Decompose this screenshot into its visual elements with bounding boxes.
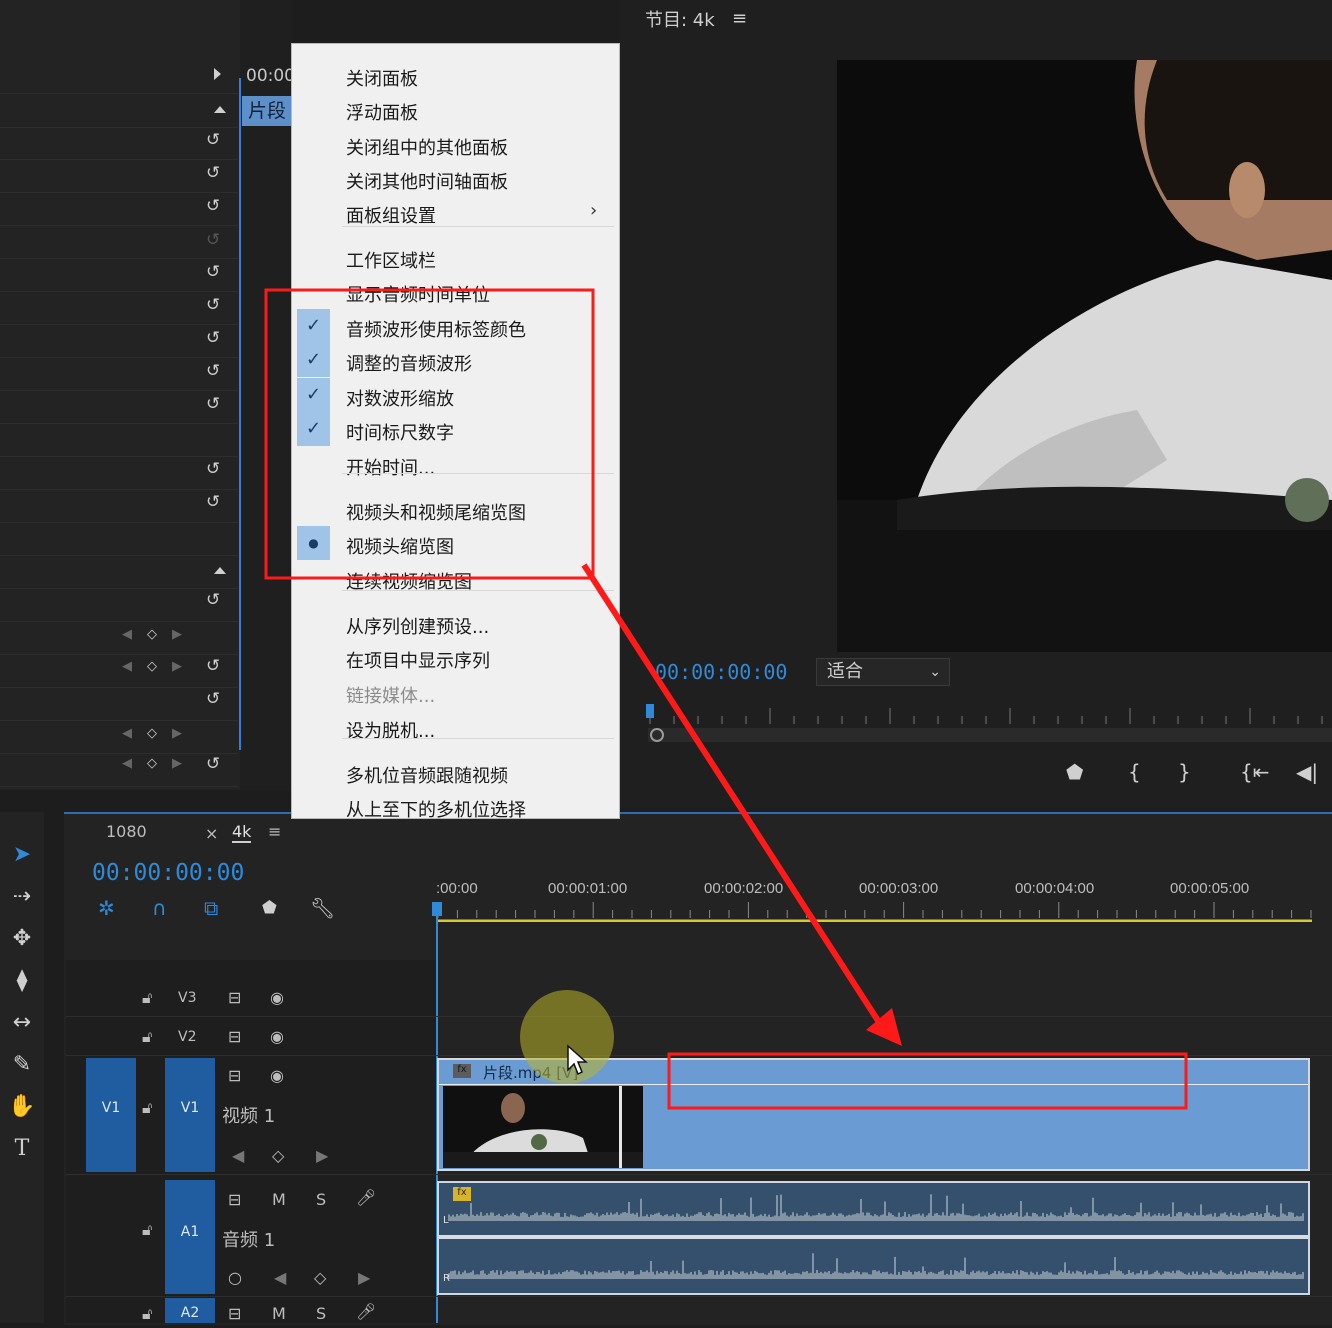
- annotation-overlay: [264, 288, 1188, 1110]
- annotation-box-menu: [264, 288, 595, 580]
- annotation-arrow-line: [581, 563, 887, 1032]
- annotation-box-clip: [667, 1052, 1188, 1110]
